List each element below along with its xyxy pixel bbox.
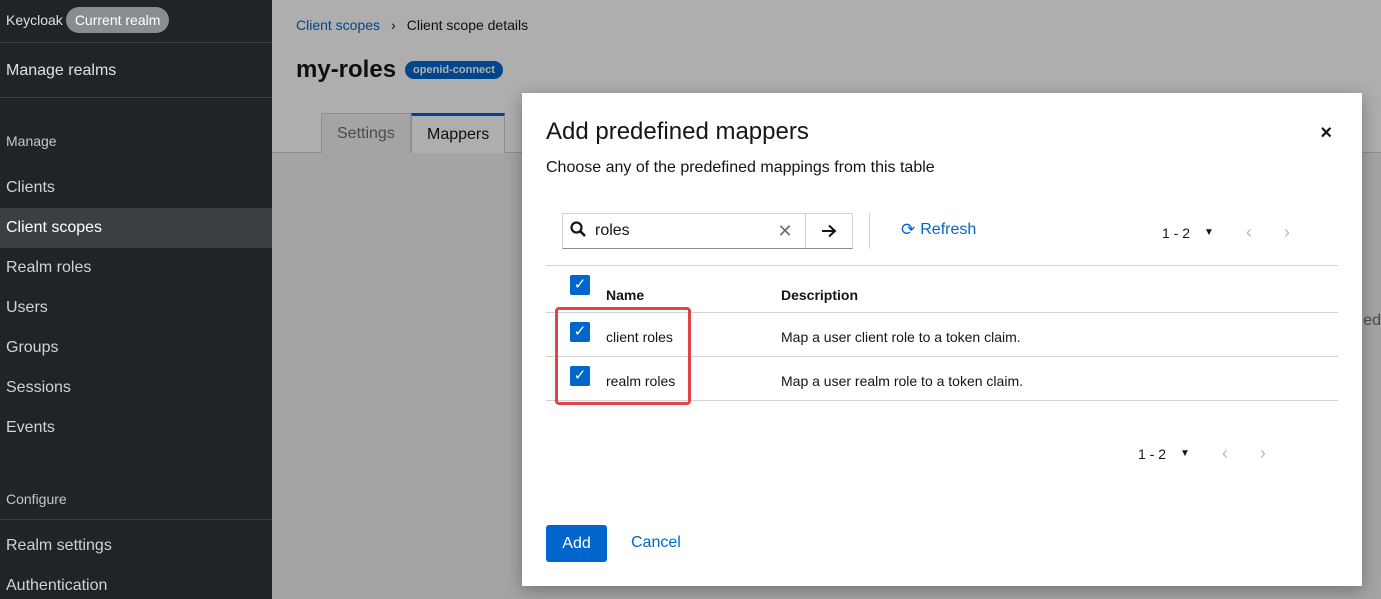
search-bar: roles ✕ <box>562 213 853 249</box>
close-icon[interactable]: × <box>1320 122 1332 145</box>
sidebar-item-authentication[interactable]: Authentication <box>0 566 272 599</box>
sidebar-item-users[interactable]: Users <box>0 288 272 328</box>
modal-title: Add predefined mappers <box>546 118 809 145</box>
sidebar-divider <box>0 42 272 43</box>
sidebar-item-realm-roles[interactable]: Realm roles <box>0 248 272 288</box>
modal-description: Choose any of the predefined mappings fr… <box>546 159 935 176</box>
add-predefined-mappers-modal: Add predefined mappers × Choose any of t… <box>522 93 1362 586</box>
per-page-toggle[interactable]: 1 - 2 <box>1138 446 1166 462</box>
current-realm-pill[interactable]: Current realm <box>65 6 170 33</box>
previous-page-icon[interactable]: ‹ <box>1246 222 1252 243</box>
selection-highlight <box>555 307 691 405</box>
column-name: Name <box>606 287 645 303</box>
sidebar-item-sessions[interactable]: Sessions <box>0 368 272 408</box>
sidebar-item-groups[interactable]: Groups <box>0 328 272 368</box>
sidebar-item-events[interactable]: Events <box>0 408 272 448</box>
manage-realms-link[interactable]: Manage realms <box>6 62 116 80</box>
table-header: ✓ Name Description <box>546 265 1338 313</box>
column-description: Description <box>781 287 859 303</box>
add-button[interactable]: Add <box>546 525 607 562</box>
brand-name: Keycloak <box>6 11 63 28</box>
sidebar-item-realm-settings[interactable]: Realm settings <box>0 526 272 566</box>
refresh-label: Refresh <box>920 221 977 238</box>
search-icon <box>563 220 593 242</box>
sidebar-item-clients[interactable]: Clients <box>0 168 272 208</box>
manage-heading: Manage <box>6 133 57 149</box>
caret-down-icon[interactable]: ▼ <box>1204 227 1214 238</box>
refresh-icon: ⟳ <box>901 220 916 239</box>
previous-page-icon[interactable]: ‹ <box>1222 443 1228 464</box>
sidebar-divider <box>0 519 272 520</box>
next-page-icon[interactable]: › <box>1260 443 1266 464</box>
per-page-toggle[interactable]: 1 - 2 <box>1162 225 1190 241</box>
select-all-checkbox[interactable]: ✓ <box>570 275 590 295</box>
clear-search-icon[interactable]: ✕ <box>765 221 805 242</box>
search-input[interactable]: roles <box>593 222 765 240</box>
row-description: Map a user realm role to a token claim. <box>781 373 1023 389</box>
search-submit-button[interactable] <box>805 214 852 248</box>
cancel-button[interactable]: Cancel <box>631 534 681 552</box>
realm-selector[interactable]: Keycloak Current realm <box>6 6 170 33</box>
refresh-button[interactable]: ⟳ Refresh <box>901 220 976 240</box>
sidebar-divider <box>0 97 272 98</box>
row-description: Map a user client role to a token claim. <box>781 329 1021 345</box>
caret-down-icon[interactable]: ▼ <box>1180 448 1190 459</box>
next-page-icon[interactable]: › <box>1284 222 1290 243</box>
toolbar-divider <box>869 213 870 249</box>
sidebar: Keycloak Current realm Manage realms Man… <box>0 0 272 599</box>
sidebar-item-client-scopes[interactable]: Client scopes <box>0 208 272 248</box>
configure-heading: Configure <box>6 491 67 507</box>
pagination-top: 1 - 2 ▼ ‹ › <box>1162 222 1290 243</box>
pagination-bottom: 1 - 2 ▼ ‹ › <box>1138 443 1266 464</box>
